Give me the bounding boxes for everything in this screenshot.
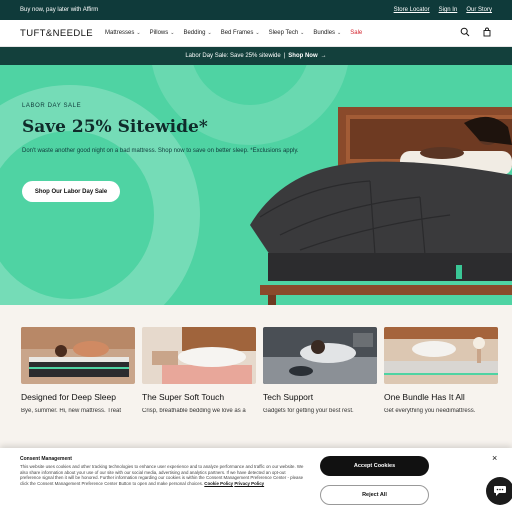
card-title: The Super Soft Touch: [142, 392, 225, 402]
card-description: Get everything you needimattress.: [384, 408, 476, 414]
hero-eyebrow: LABOR DAY SALE: [22, 103, 82, 109]
nav-item-bundles[interactable]: Bundles ⌄: [313, 30, 341, 36]
nav-item-label: Sleep Tech: [268, 30, 299, 36]
arrow-right-icon: →: [320, 53, 327, 59]
cookie-consent-banner: Consent Management This website uses coo…: [0, 448, 512, 512]
card-title: Designed for Deep Sleep: [21, 392, 116, 402]
nav-item-label: Sale: [350, 30, 363, 36]
hero-subtitle: Don't waste another good night on a bad …: [22, 148, 299, 154]
divider: |: [283, 53, 286, 59]
nav-item-mattresses[interactable]: Mattresses ⌄: [105, 30, 141, 36]
nav-item-sleep-tech[interactable]: Sleep Tech ⌄: [269, 30, 305, 36]
chevron-down-icon: ⌄: [300, 30, 305, 36]
nav-item-label: Mattresses: [105, 30, 135, 36]
consent-heading: Consent Management: [20, 456, 72, 462]
nav-item-label: Bedding: [183, 30, 206, 36]
search-icon[interactable]: [460, 24, 470, 42]
card-image: [263, 327, 377, 384]
chevron-down-icon: ⌄: [255, 30, 260, 36]
brand-logo[interactable]: TUFT&NEEDLE: [20, 28, 93, 39]
card-image: [384, 327, 498, 384]
feature-cards-section: Designed for Deep Sleep Bye, summer. Hi,…: [0, 305, 512, 455]
accept-cookies-button[interactable]: Accept Cookies: [320, 456, 429, 476]
nav-item-label: Bed Frames: [220, 30, 254, 36]
cookie-policy-link[interactable]: Cookie Policy: [204, 481, 233, 486]
top-promo-bar: Buy now, pay later with Affirm Store Loc…: [0, 0, 512, 20]
card-soft-touch[interactable]: The Super Soft Touch Crisp, breathable b…: [142, 327, 256, 414]
close-icon[interactable]: ×: [492, 453, 497, 463]
nav-item-label: Bundles: [313, 30, 336, 36]
hero-bed-image: [250, 107, 512, 305]
consent-body: This website uses cookies and other trac…: [20, 464, 305, 486]
chat-icon[interactable]: [486, 477, 512, 505]
nav-menu: Mattresses ⌄ Pillows ⌄ Bedding ⌄ Bed Frames…: [105, 30, 460, 36]
sale-announcement-bar[interactable]: Labor Day Sale: Save 25% sitewide | Shop…: [0, 47, 512, 65]
privacy-policy-link[interactable]: Privacy Policy: [234, 481, 264, 486]
sale-announcement-text: Labor Day Sale: Save 25% sitewide: [185, 53, 281, 59]
main-navbar: TUFT&NEEDLE Mattresses ⌄ Pillows ⌄ Bedding…: [0, 20, 512, 47]
utility-links: Store Locator Sign In Our Story: [394, 7, 492, 13]
card-deep-sleep[interactable]: Designed for Deep Sleep Bye, summer. Hi,…: [21, 327, 135, 414]
card-image: [142, 327, 256, 384]
nav-item-bedding[interactable]: Bedding ⌄: [183, 30, 211, 36]
chevron-down-icon: ⌄: [136, 30, 141, 36]
chevron-down-icon: ⌄: [337, 30, 342, 36]
reject-all-button[interactable]: Reject All: [320, 485, 429, 505]
card-title: One Bundle Has It All: [384, 392, 465, 402]
card-bundle[interactable]: One Bundle Has It All Get everything you…: [384, 327, 498, 414]
affirm-promo-link[interactable]: Buy now, pay later with Affirm: [20, 7, 394, 13]
chevron-down-icon: ⌄: [170, 30, 175, 36]
hero-title: Save 25% Sitewide*: [22, 117, 208, 137]
nav-item-bed-frames[interactable]: Bed Frames ⌄: [221, 30, 260, 36]
nav-item-sale[interactable]: Sale: [350, 30, 362, 36]
bag-icon[interactable]: [482, 24, 492, 42]
card-tech-support[interactable]: Tech Support Gadgets for getting your be…: [263, 327, 377, 414]
nav-icons: [460, 24, 492, 42]
store-locator-link[interactable]: Store Locator: [394, 7, 430, 13]
card-description: Bye, summer. Hi, new mattress. Treat: [21, 408, 122, 414]
hero-banner: LABOR DAY SALE Save 25% Sitewide* Don't …: [0, 65, 512, 305]
card-description: Gadgets for getting your best rest.: [263, 408, 354, 414]
chevron-down-icon: ⌄: [207, 30, 212, 36]
card-description: Crisp, breathable bedding we love as a: [142, 408, 246, 414]
sign-in-link[interactable]: Sign In: [439, 7, 458, 13]
nav-item-pillows[interactable]: Pillows ⌄: [150, 30, 175, 36]
our-story-link[interactable]: Our Story: [466, 7, 492, 13]
shop-sale-button[interactable]: Shop Our Labor Day Sale: [22, 181, 120, 202]
card-title: Tech Support: [263, 392, 314, 402]
card-image: [21, 327, 135, 384]
nav-item-label: Pillows: [149, 30, 169, 36]
shop-now-link[interactable]: Shop Now: [288, 53, 317, 59]
